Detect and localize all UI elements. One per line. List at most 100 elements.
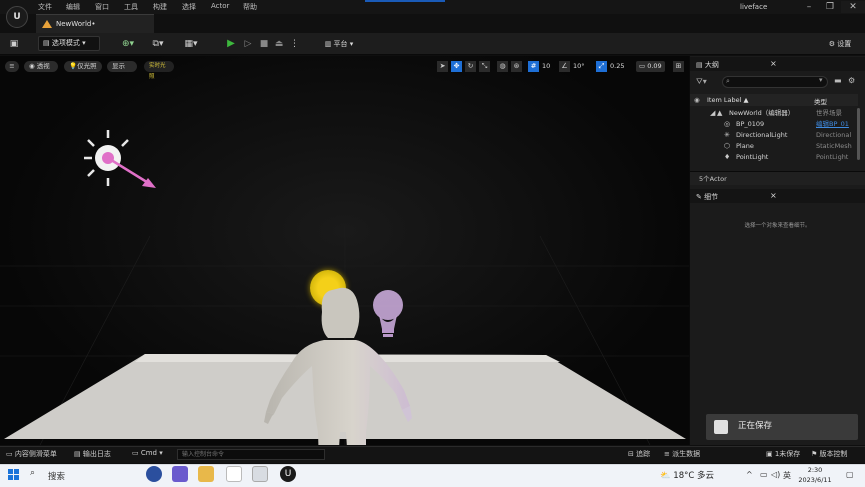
- taskbar-search[interactable]: 搜索: [48, 470, 65, 482]
- scale-snap-value[interactable]: 0.25: [610, 61, 624, 72]
- file-explorer-icon[interactable]: [198, 466, 214, 482]
- save-icon: [714, 420, 728, 434]
- outliner-row[interactable]: ⬡ Plane StaticMesh: [690, 141, 858, 152]
- menu-file[interactable]: 文件: [38, 2, 52, 12]
- stop-icon[interactable]: ■: [258, 37, 270, 51]
- col-item-label[interactable]: Item Label ▲: [707, 96, 748, 104]
- more-options-icon[interactable]: ⋮: [290, 37, 299, 51]
- step-icon[interactable]: ▷: [242, 37, 254, 51]
- notepad-icon[interactable]: [226, 466, 242, 482]
- filter-icon[interactable]: ⛛▾: [696, 77, 707, 87]
- menu-build[interactable]: 构建: [153, 2, 167, 12]
- volume-icon[interactable]: ◁): [771, 470, 780, 479]
- network-icon[interactable]: ▭: [760, 470, 768, 479]
- derived-data-button[interactable]: ≡ 派生数据: [664, 449, 700, 459]
- output-log-button[interactable]: ▤ 输出日志: [74, 449, 111, 459]
- notification-icon[interactable]: ▢: [846, 470, 854, 479]
- mode-icon: ▤: [43, 39, 52, 47]
- surface-snap-icon[interactable]: ⊛: [511, 61, 522, 72]
- outliner-row-name: DirectionalLight: [736, 131, 788, 139]
- close-icon[interactable]: ✕: [841, 1, 865, 13]
- search-icon: ⌕: [726, 77, 730, 85]
- outliner-row-type-link[interactable]: 编辑BP_01: [816, 119, 856, 130]
- scale-tool-icon[interactable]: ⤡: [479, 61, 490, 72]
- app-icon-ball[interactable]: [146, 466, 162, 482]
- windows-start-icon[interactable]: [8, 469, 20, 481]
- tab-level[interactable]: NewWorld•: [36, 14, 154, 33]
- translate-tool-icon[interactable]: ✥: [451, 61, 462, 72]
- cinematics-icon[interactable]: ▦▾: [180, 37, 202, 51]
- outliner-settings-icon[interactable]: ⚙: [848, 76, 855, 85]
- eject-icon[interactable]: ⏏: [273, 37, 285, 51]
- view-mode-dropdown[interactable]: 💡仅光照: [64, 61, 102, 72]
- content-drawer-button[interactable]: ▭ 内容侧滑菜单: [6, 449, 57, 459]
- world-local-icon[interactable]: ◍: [497, 61, 508, 72]
- eye-icon[interactable]: ◉: [694, 96, 700, 104]
- camera-speed[interactable]: ▭ 0.09: [636, 61, 665, 72]
- tray-chevron-icon[interactable]: ^: [746, 470, 753, 479]
- folder-icon[interactable]: ▬: [834, 76, 842, 85]
- close-icon[interactable]: ×: [770, 191, 777, 200]
- app-icon-window[interactable]: [252, 466, 268, 482]
- save-icon[interactable]: ▣: [7, 37, 21, 51]
- chevron-down-icon[interactable]: ▾: [819, 76, 823, 84]
- play-icon[interactable]: ▶: [225, 37, 237, 51]
- rotation-snap-value[interactable]: 10°: [573, 61, 585, 72]
- ime-indicator[interactable]: 英: [783, 470, 791, 481]
- search-icon[interactable]: ⌕: [30, 468, 35, 478]
- saving-text: 正在保存: [738, 421, 773, 431]
- terminal-icon: ▭: [132, 449, 141, 457]
- scale-snap-icon[interactable]: ⤢: [596, 61, 607, 72]
- maximize-icon[interactable]: ❐: [818, 1, 842, 13]
- menu-tools[interactable]: 工具: [124, 2, 138, 12]
- taskbar-clock[interactable]: 2:30 2023/6/11: [794, 465, 836, 485]
- level-viewport[interactable]: [0, 56, 689, 445]
- outliner-search-input[interactable]: [722, 76, 828, 88]
- unsaved-button[interactable]: ▣ 1未保存: [766, 449, 800, 459]
- outliner-row[interactable]: ◢ ▲ NewWorld（编辑器） 世界场景: [690, 108, 858, 119]
- menu-edit[interactable]: 编辑: [66, 2, 80, 12]
- chevron-down-icon: ▾: [157, 449, 163, 457]
- menu-select[interactable]: 选择: [182, 2, 196, 12]
- unreal-engine-taskbar-icon[interactable]: U: [280, 466, 296, 482]
- platform-dropdown[interactable]: ▥ 平台 ▾: [317, 37, 361, 51]
- cmd-dropdown[interactable]: ▭ Cmd ▾: [132, 449, 163, 457]
- menu-help[interactable]: 帮助: [243, 2, 257, 12]
- expand-arrow-icon[interactable]: ◢: [710, 108, 715, 119]
- close-icon[interactable]: ×: [770, 59, 777, 68]
- directional-light-icon[interactable]: [78, 128, 168, 198]
- outliner-scrollbar[interactable]: [857, 108, 860, 160]
- cloud-icon: ⛅: [660, 471, 674, 481]
- rotation-snap-icon[interactable]: ∠: [559, 61, 570, 72]
- static-mesh-icon: ⬡: [724, 142, 731, 150]
- show-dropdown[interactable]: 显示: [107, 61, 137, 72]
- unreal-logo-icon[interactable]: U: [6, 6, 28, 28]
- saving-notification: 正在保存: [706, 414, 858, 440]
- app-icon-purple[interactable]: [172, 466, 188, 482]
- outliner-row[interactable]: ♦ PointLight PointLight: [690, 152, 858, 163]
- outliner-row[interactable]: ◎ BP_0109 编辑BP_01: [690, 119, 858, 130]
- character-mesh[interactable]: [262, 282, 422, 445]
- menu-window[interactable]: 窗口: [95, 2, 109, 12]
- cmd-label: Cmd: [140, 449, 157, 457]
- col-type[interactable]: 类型: [814, 96, 827, 106]
- menu-actor[interactable]: Actor: [211, 2, 229, 10]
- tab-outliner[interactable]: ▤ 大纲: [696, 60, 719, 70]
- viewport-menu-icon[interactable]: ≡: [5, 61, 19, 72]
- add-actor-icon[interactable]: ⊕▾: [118, 37, 138, 51]
- trace-button[interactable]: ⊟ 追踪: [628, 449, 650, 459]
- grid-snap-icon[interactable]: #: [528, 61, 539, 72]
- viewport-layout-icon[interactable]: ⊞: [673, 61, 684, 72]
- source-control-button[interactable]: ⚑ 版本控制: [811, 449, 848, 459]
- blueprint-icon[interactable]: ⧉▾: [148, 37, 168, 51]
- select-tool-icon[interactable]: ➤: [437, 61, 448, 72]
- outliner-row[interactable]: ✳ DirectionalLight Directional: [690, 130, 858, 141]
- tab-details[interactable]: ✎ 细节: [696, 192, 718, 202]
- console-command-input[interactable]: 输入控制台命令: [177, 449, 325, 460]
- perspective-dropdown[interactable]: ◉ 透视: [24, 61, 58, 72]
- grid-snap-value[interactable]: 10: [542, 61, 550, 72]
- mode-dropdown[interactable]: ▤ 选项模式 ▾: [38, 36, 100, 51]
- settings-button[interactable]: ⚙ 设置: [817, 37, 863, 51]
- weather-widget[interactable]: ⛅ 18°C 多云: [660, 469, 714, 481]
- rotate-tool-icon[interactable]: ↻: [465, 61, 476, 72]
